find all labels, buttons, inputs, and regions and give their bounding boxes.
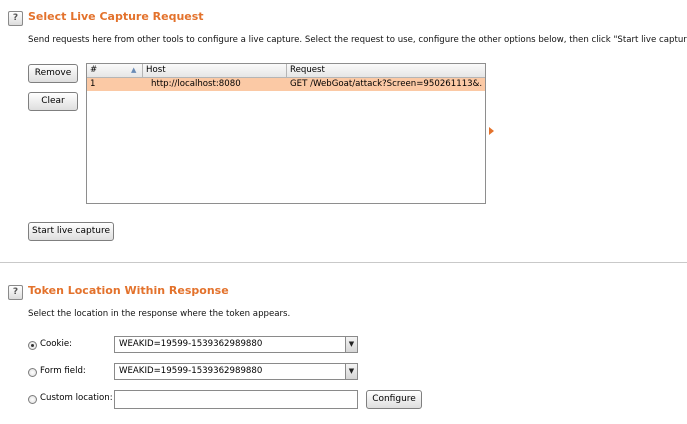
custom-location-input[interactable] [114,390,358,409]
help-icon[interactable]: ? [8,285,23,300]
request-table[interactable]: # ▲ Host Request 1 http://localhost:8080… [86,63,486,204]
cell-number: 1 [90,79,96,89]
triangle-right-icon[interactable] [489,127,494,135]
section-title-token-location: Token Location Within Response [28,284,229,297]
column-header-number[interactable]: # ▲ [87,64,143,78]
dropdown-arrow-icon[interactable]: ▼ [345,364,357,379]
section-divider [0,262,687,263]
table-row[interactable]: 1 http://localhost:8080 GET /WebGoat/att… [87,78,485,91]
form-field-select-value: WEAKID=19599-1539362989880 [119,366,263,376]
form-field-select[interactable]: WEAKID=19599-1539362989880 ▼ [114,363,358,380]
section-title-live-capture: Select Live Capture Request [28,10,204,23]
dropdown-arrow-icon[interactable]: ▼ [345,337,357,352]
column-header-host[interactable]: Host [143,64,287,78]
cookie-select-value: WEAKID=19599-1539362989880 [119,339,263,349]
custom-location-radio[interactable] [28,395,37,404]
cookie-radio[interactable] [28,341,37,350]
column-header-number-label: # [90,65,98,75]
cell-request: GET /WebGoat/attack?Screen=950261113&... [290,79,483,89]
cookie-label: Cookie: [40,339,73,349]
cell-host: http://localhost:8080 [151,79,241,89]
form-field-label: Form field: [40,366,86,376]
remove-button[interactable]: Remove [28,64,78,83]
custom-location-label: Custom location: [40,393,113,403]
token-location-description: Select the location in the response wher… [28,309,291,319]
help-icon[interactable]: ? [8,11,23,26]
column-header-request[interactable]: Request [287,64,485,78]
live-capture-description: Send requests here from other tools to c… [28,35,687,45]
clear-button[interactable]: Clear [28,92,78,111]
form-field-radio[interactable] [28,368,37,377]
sort-asc-icon: ▲ [131,66,137,74]
cookie-select[interactable]: WEAKID=19599-1539362989880 ▼ [114,336,358,353]
start-live-capture-button[interactable]: Start live capture [28,222,114,241]
configure-button[interactable]: Configure [366,390,422,409]
